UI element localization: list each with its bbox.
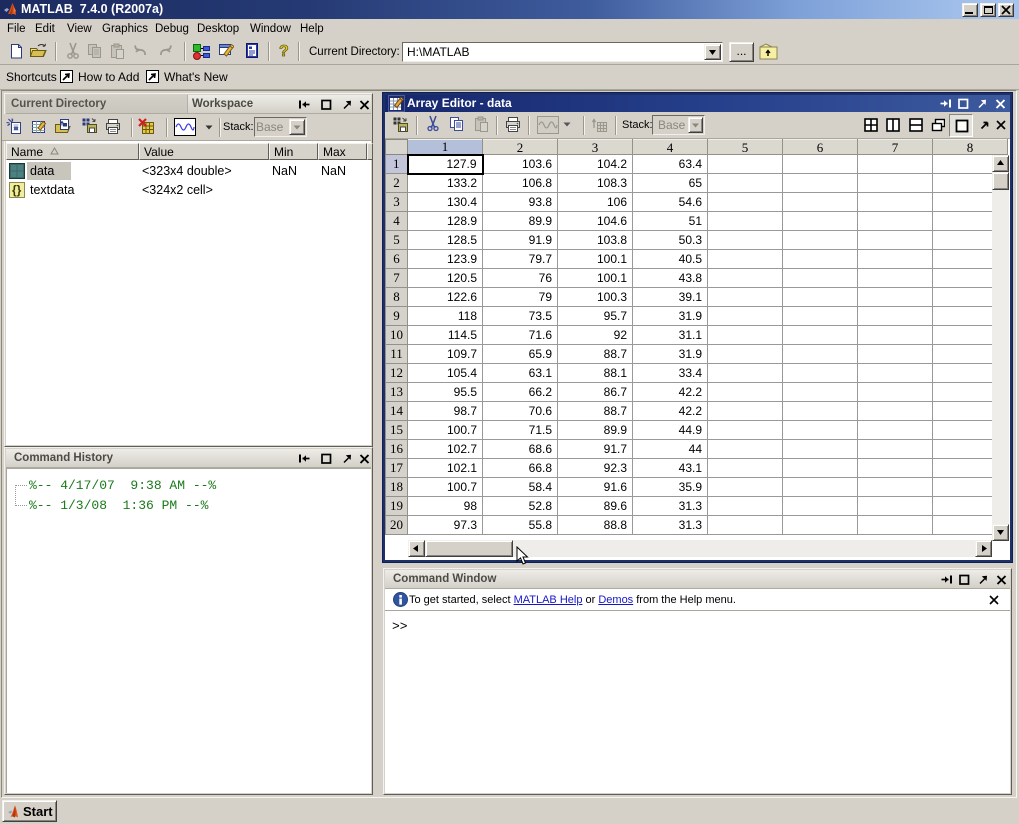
svg-text:{}: {} bbox=[12, 183, 22, 197]
svg-text:?: ? bbox=[279, 43, 289, 60]
